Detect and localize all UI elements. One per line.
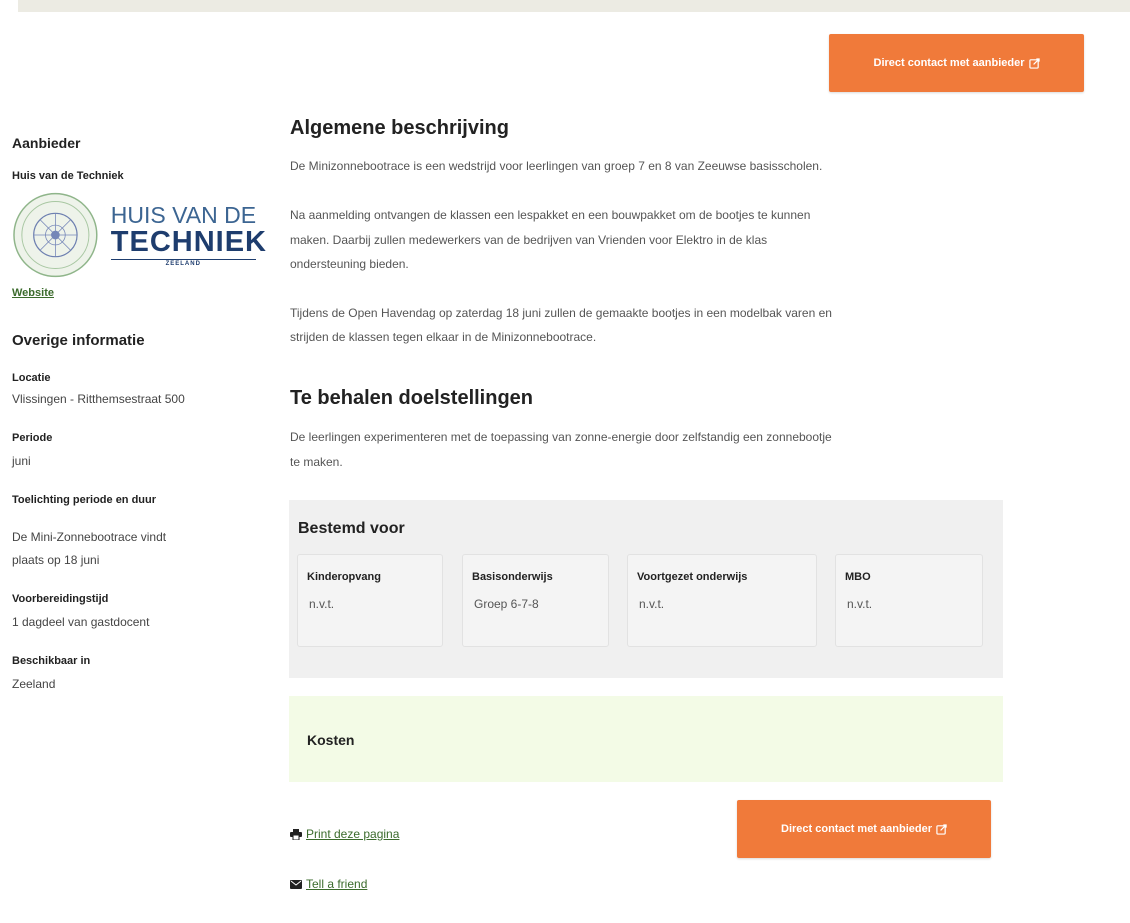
logo-line-1: HUIS VAN DE: [110, 202, 257, 228]
tell-a-friend-label: Tell a friend: [306, 877, 368, 891]
logo-line-3: ZEELAND: [110, 259, 256, 267]
intended-for-panel: Bestemd voor Kinderopvang n.v.t. Basison…: [289, 500, 1003, 678]
print-page-link[interactable]: Print deze pagina: [290, 827, 399, 841]
period-label: Periode: [12, 432, 53, 444]
provider-name: Huis van de Techniek: [12, 170, 124, 182]
audience-card-kinderopvang: Kinderopvang n.v.t.: [297, 554, 443, 647]
period-explanation-line2: plaats op 18 juni: [12, 553, 100, 567]
description-paragraph-2-line2: maken. Daarbij zullen medewerkers van de…: [290, 233, 768, 247]
available-value: Zeeland: [12, 677, 56, 691]
audience-title: MBO: [845, 571, 871, 583]
period-explanation-label: Toelichting periode en duur: [12, 494, 157, 506]
audience-value: Groep 6-7-8: [474, 597, 539, 611]
prep-value: 1 dagdeel van gastdocent: [12, 615, 150, 629]
goals-line1: De leerlingen experimenteren met de toep…: [290, 430, 832, 444]
external-edit-icon: [936, 823, 947, 835]
top-banner-strip: [18, 0, 1130, 12]
audience-title: Basisonderwijs: [472, 571, 553, 583]
provider-heading: Aanbieder: [12, 135, 81, 151]
provider-logo: HUIS VAN DE TECHNIEK ZEELAND: [12, 192, 267, 278]
description-paragraph-2-line3: ondersteuning bieden.: [290, 257, 409, 271]
audience-value: n.v.t.: [309, 597, 335, 611]
prep-label: Voorbereidingstijd: [12, 593, 109, 605]
description-paragraph-3-line2: strijden de klassen tegen elkaar in de M…: [290, 330, 597, 344]
print-page-label: Print deze pagina: [306, 827, 400, 841]
tell-a-friend-link[interactable]: Tell a friend: [290, 877, 367, 891]
period-explanation-line1: De Mini-Zonnebootrace vindt: [12, 530, 167, 544]
external-edit-icon: [1028, 57, 1040, 69]
description-paragraph-2-line1: Na aanmelding ontvangen de klassen een l…: [290, 208, 811, 222]
costs-panel: Kosten: [289, 696, 1003, 782]
period-value: juni: [12, 454, 31, 468]
available-label: Beschikbaar in: [12, 655, 91, 667]
description-heading: Algemene beschrijving: [290, 117, 509, 139]
envelope-icon: [290, 879, 302, 889]
audience-title: Voortgezet onderwijs: [637, 571, 748, 583]
contact-provider-button-top[interactable]: Direct contact met aanbieder: [829, 34, 1084, 92]
contact-button-label: Direct contact met aanbieder: [781, 823, 932, 835]
printer-icon: [290, 828, 302, 840]
intended-for-heading: Bestemd voor: [298, 520, 405, 537]
description-paragraph-3-line1: Tijdens de Open Havendag op zaterdag 18 …: [290, 306, 832, 320]
audience-value: n.v.t.: [639, 597, 665, 611]
contact-button-label: Direct contact met aanbieder: [873, 57, 1025, 69]
website-link[interactable]: Website: [12, 287, 54, 299]
audience-value: n.v.t.: [847, 597, 873, 611]
audience-card-basisonderwijs: Basisonderwijs Groep 6-7-8: [462, 554, 609, 647]
goals-line2: te maken.: [290, 455, 343, 469]
location-label: Locatie: [12, 372, 51, 384]
location-value: Vlissingen - Ritthemsestraat 500: [12, 392, 185, 406]
goals-heading: Te behalen doelstellingen: [290, 387, 534, 409]
costs-heading: Kosten: [307, 732, 355, 748]
description-paragraph-1: De Minizonnebootrace is een wedstrijd vo…: [290, 159, 823, 173]
other-info-heading: Overige informatie: [12, 332, 145, 349]
audience-card-voortgezet-onderwijs: Voortgezet onderwijs n.v.t.: [627, 554, 817, 647]
gear-wheel-logo-icon: [13, 192, 98, 278]
contact-provider-button-bottom[interactable]: Direct contact met aanbieder: [737, 800, 991, 858]
audience-card-mbo: MBO n.v.t.: [835, 554, 983, 647]
audience-title: Kinderopvang: [307, 571, 381, 583]
logo-line-2: TECHNIEK: [110, 226, 267, 258]
